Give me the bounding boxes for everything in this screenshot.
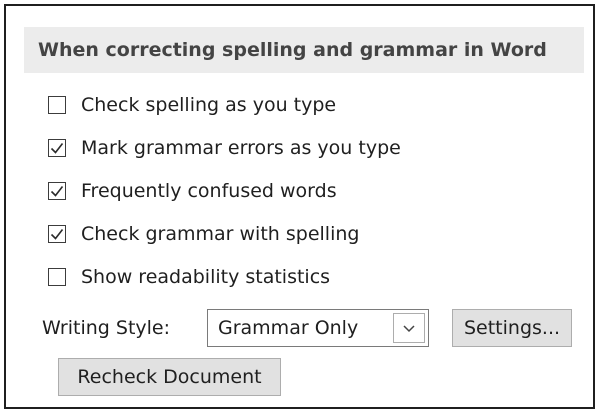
section-title: When correcting spelling and grammar in … [38,39,547,61]
option-label: Mark grammar errors as you type [81,137,401,159]
option-label: Frequently confused words [81,180,337,202]
option-label: Show readability statistics [81,266,331,288]
option-check-spelling-as-you-type[interactable]: Check spelling as you type [48,90,336,120]
check-icon [50,186,64,197]
checkbox[interactable] [48,139,66,157]
chevron-down-icon [403,325,415,333]
option-mark-grammar-errors[interactable]: Mark grammar errors as you type [48,133,401,163]
checkbox[interactable] [48,96,66,114]
recheck-document-button[interactable]: Recheck Document [58,358,281,396]
option-frequently-confused-words[interactable]: Frequently confused words [48,176,337,206]
writing-style-select[interactable]: Grammar Only [207,309,429,347]
check-icon [50,143,64,154]
check-icon [50,229,64,240]
writing-style-label: Writing Style: [42,317,171,339]
writing-style-value: Grammar Only [218,317,359,339]
checkbox[interactable] [48,268,66,286]
dropdown-button[interactable] [393,313,425,343]
section-header: When correcting spelling and grammar in … [24,27,584,73]
option-check-grammar-with-spelling[interactable]: Check grammar with spelling [48,219,359,249]
checkbox[interactable] [48,225,66,243]
checkbox[interactable] [48,182,66,200]
option-label: Check spelling as you type [81,94,337,116]
option-label: Check grammar with spelling [81,223,360,245]
settings-button[interactable]: Settings... [452,309,572,347]
option-show-readability-statistics[interactable]: Show readability statistics [48,262,330,292]
options-panel: When correcting spelling and grammar in … [4,4,595,409]
